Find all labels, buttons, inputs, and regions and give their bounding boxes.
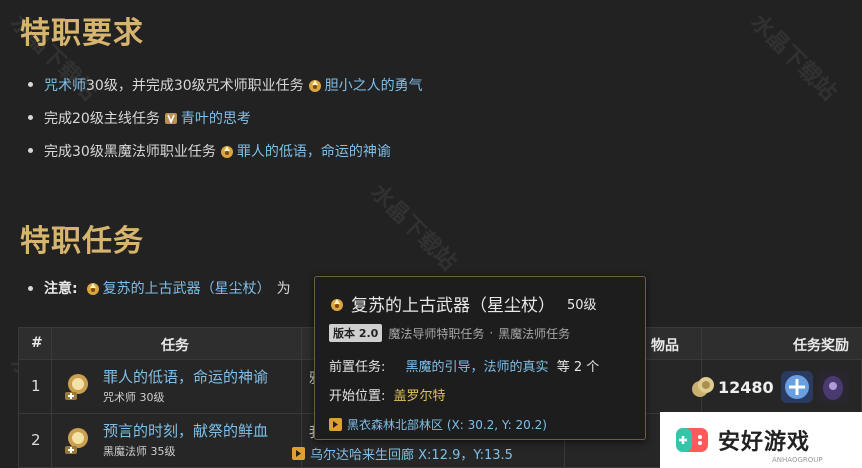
version-badge: 版本 2.0: [329, 324, 383, 342]
tooltip-title: 复苏的上古武器（星尘杖）: [351, 296, 555, 316]
quest-link[interactable]: 罪人的低语，命运的神谕: [237, 141, 391, 161]
list-item: 咒术师 30级，并完成30级咒术师职业任务 胆小之人的勇气: [28, 68, 423, 101]
requirement-text: 完成20级主线任务: [44, 110, 160, 127]
ad-logo-icon: [676, 428, 708, 452]
requirements-list: 咒术师 30级，并完成30级咒术师职业任务 胆小之人的勇气 完成20级主线任务 …: [28, 68, 423, 167]
column-header-items: 物品: [651, 338, 679, 354]
start-row: 开始位置: 盖罗尔特: [329, 385, 446, 404]
list-item: 完成30级黑魔法师职业任务 罪人的低语，命运的神谕: [28, 134, 423, 167]
map-pin-icon: [329, 418, 342, 431]
gil-amount: 12480: [718, 377, 774, 397]
quest-icon: [86, 283, 99, 295]
quest-icon: [220, 145, 233, 158]
row-location-link[interactable]: 乌尔达哈来生回廊 X:12.9，Y:13.5: [292, 444, 513, 463]
bullet: [28, 115, 33, 120]
quest-subtitle: 黑魔法师 35级: [103, 445, 176, 458]
job-quest-icon: [65, 374, 88, 400]
job-link[interactable]: 咒术师: [44, 75, 86, 95]
quest-link[interactable]: 胆小之人的勇气: [325, 75, 423, 95]
ad-title: 安好游戏: [718, 430, 811, 455]
quest-tooltip: 复苏的上古武器（星尘杖） 50级 版本 2.0 魔法导师特职任务 · 黑魔法师任…: [314, 276, 646, 440]
tooltip-title-row: 复苏的上古武器（星尘杖） 50级: [329, 291, 597, 316]
map-pin-icon: [292, 447, 305, 460]
note: 注意: 复苏的上古武器（星尘杖） 为: [28, 278, 291, 298]
column-header-reward: 任务奖励: [793, 338, 849, 354]
quest-name-link[interactable]: 预言的时刻，献祭的鲜血: [103, 420, 268, 441]
requirements-heading: 特职要求: [20, 16, 144, 51]
quest-icon: [308, 79, 321, 92]
list-item: 完成20级主线任务 青叶的思考: [28, 101, 423, 134]
separator: ·: [489, 326, 494, 340]
prereq-label: 前置任务:: [329, 360, 386, 375]
requirement-text: 完成30级黑魔法师职业任务: [44, 143, 216, 160]
ad-banner[interactable]: 安好游戏: [660, 412, 862, 468]
prereq-link[interactable]: 黑魔的引导，法师的真实: [406, 360, 549, 375]
watermark: 水晶下载站: [745, 10, 841, 106]
tooltip-level: 50级: [567, 298, 597, 313]
quest-name-link[interactable]: 罪人的低语，命运的神谕: [103, 366, 268, 387]
tooltip-subcategory: 黑魔法师任务: [498, 326, 571, 341]
tooltip-meta: 版本 2.0 魔法导师特职任务 · 黑魔法师任务: [329, 324, 570, 342]
watermark: 水晶下载站: [365, 180, 461, 276]
tooltip-location-link[interactable]: 黑衣森林北部林区 (X: 30.2, Y: 20.2): [329, 416, 547, 433]
start-npc[interactable]: 盖罗尔特: [394, 389, 446, 404]
ad-subtitle: ANHAOGROUP: [772, 456, 823, 464]
row-number: 1: [31, 377, 41, 395]
location-text: 黑衣森林北部林区 (X: 30.2, Y: 20.2): [347, 418, 547, 432]
bullet: [28, 148, 33, 153]
bullet: [28, 285, 33, 291]
quest-link[interactable]: 复苏的上古武器（星尘杖）: [103, 278, 271, 298]
quest-link[interactable]: 青叶的思考: [181, 108, 251, 128]
prereq-more: 等 2 个: [556, 360, 600, 375]
start-label: 开始位置:: [329, 389, 386, 404]
job-quest-icon: [65, 428, 88, 454]
note-trailing: 为: [276, 281, 291, 297]
column-header-quest: 任务: [161, 338, 189, 354]
quest-icon: [331, 298, 343, 311]
note-label: 注意:: [44, 281, 78, 297]
prereq-row: 前置任务: 黑魔的引导，法师的真实 等 2 个: [329, 356, 599, 375]
bullet: [28, 82, 33, 87]
gil-icon: [692, 377, 714, 397]
row-number: 2: [31, 431, 41, 449]
reward-item-icon[interactable]: [816, 370, 850, 404]
reward-item-icon[interactable]: [780, 370, 814, 404]
reward-cell: 12480: [690, 370, 850, 404]
main-quest-icon: [164, 112, 177, 124]
requirement-text: 30级，并完成30级咒术师职业任务: [86, 77, 304, 94]
quest-subtitle: 咒术师 30级: [103, 391, 165, 404]
location-text: 乌尔达哈来生回廊 X:12.9，Y:13.5: [310, 448, 513, 463]
tooltip-category: 魔法导师特职任务: [388, 326, 485, 341]
tasks-heading: 特职任务: [20, 224, 144, 259]
column-header-number: #: [31, 335, 43, 351]
